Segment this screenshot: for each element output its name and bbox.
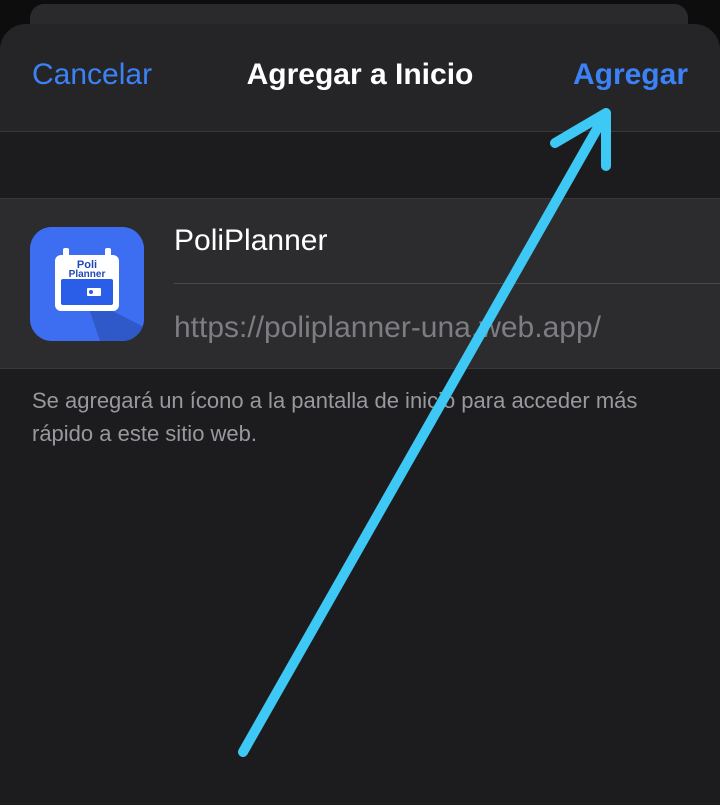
calendar-icon: Poli Planner — [30, 227, 144, 341]
app-url-text: https://poliplanner-una.web.app/ — [174, 311, 601, 344]
add-to-home-sheet: Cancelar Agregar a Inicio Agregar Poli P… — [0, 24, 720, 805]
app-name-text[interactable]: PoliPlanner — [174, 224, 327, 258]
add-button[interactable]: Agregar — [573, 58, 688, 92]
app-icon-graphic: Poli Planner — [30, 227, 144, 341]
navigation-bar: Cancelar Agregar a Inicio Agregar — [0, 24, 720, 132]
app-name-field[interactable]: PoliPlanner — [174, 199, 720, 284]
screen: Cancelar Agregar a Inicio Agregar Poli P… — [0, 0, 720, 805]
icon-label-line2: Planner — [69, 269, 106, 280]
app-info-group: Poli Planner PoliPlanner https://polipla… — [0, 198, 720, 369]
description-footnote: Se agregará un ícono a la pantalla de in… — [32, 388, 638, 446]
